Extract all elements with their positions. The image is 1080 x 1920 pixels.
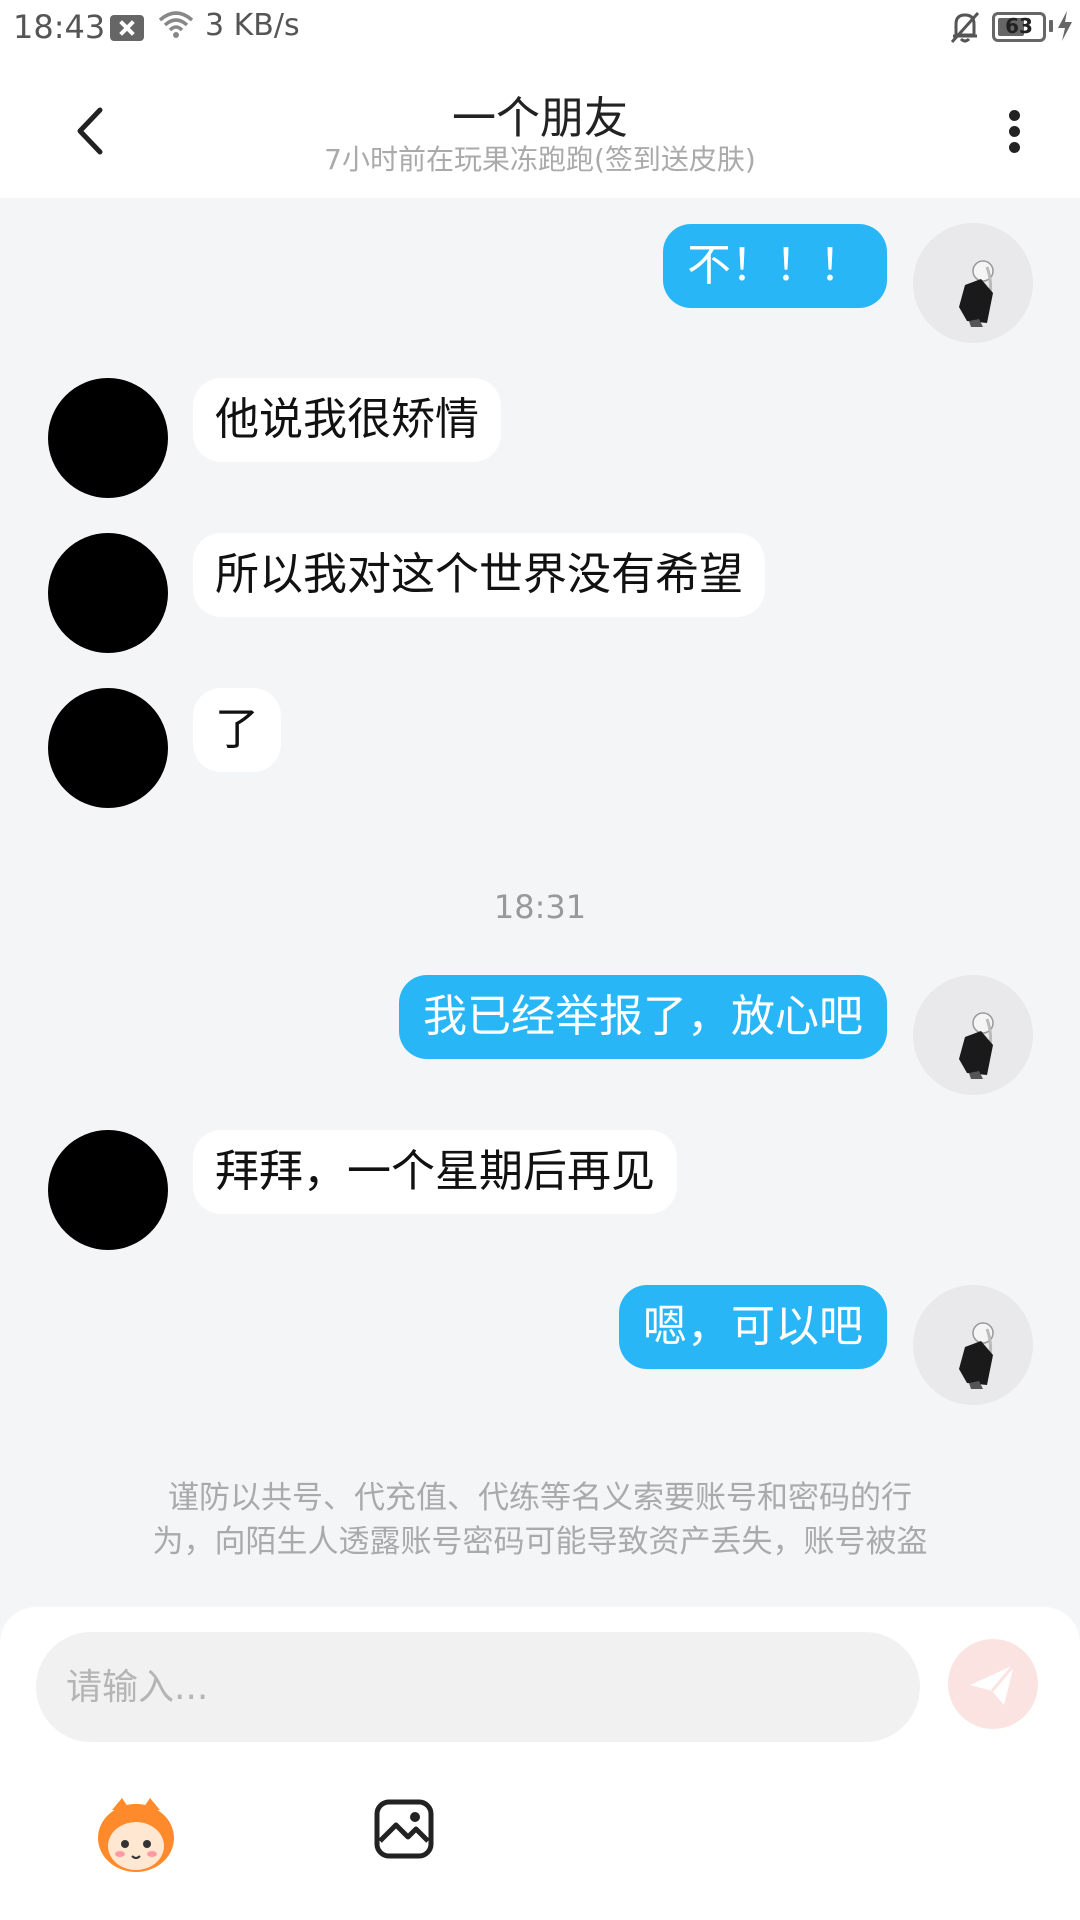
contact-avatar[interactable] [48, 533, 168, 653]
status-time: 18:43 [13, 8, 106, 46]
message-bubble-incoming[interactable]: 他说我很矫情 [193, 378, 501, 462]
safety-notice-line: 为，向陌生人透露账号密码可能导致资产丢失，账号被盗 [152, 1524, 928, 1560]
self-avatar[interactable] [913, 223, 1033, 343]
safety-notice: 谨防以共号、代充值、代练等名义索要账号和密码的行 为，向陌生人透露账号密码可能导… [90, 1476, 990, 1564]
message-bubble-incoming[interactable]: 拜拜，一个星期后再见 [193, 1130, 677, 1214]
chat-subtitle: 7小时前在玩果冻跑跑(签到送皮肤) [324, 143, 756, 176]
message-bubble-incoming[interactable]: 所以我对这个世界没有希望 [193, 533, 765, 617]
charging-icon [1058, 11, 1072, 41]
composer-panel [0, 1607, 1080, 1920]
bell-muted-icon [950, 11, 980, 44]
image-icon [374, 1799, 434, 1859]
notification-blocked-icon [110, 15, 144, 41]
more-dot-icon [1009, 126, 1020, 137]
status-bar: 18:43 3 KB/s 63 [0, 0, 1080, 56]
contact-avatar[interactable] [48, 688, 168, 808]
more-dot-icon [1009, 142, 1020, 153]
battery-percent: 63 [1005, 14, 1033, 38]
emoji-button[interactable] [92, 1792, 180, 1876]
wifi-icon [158, 11, 194, 38]
image-button[interactable] [372, 1797, 436, 1861]
contact-avatar[interactable] [48, 378, 168, 498]
message-input[interactable] [36, 1632, 920, 1742]
more-dot-icon [1009, 110, 1020, 121]
message-bubble-outgoing[interactable]: 我已经举报了，放心吧 [399, 975, 887, 1059]
network-speed: 3 KB/s [205, 8, 300, 43]
message-bubble-outgoing[interactable]: 嗯，可以吧 [619, 1285, 887, 1369]
message-timestamp: 18:31 [493, 888, 587, 926]
battery-cap [1049, 20, 1053, 32]
send-button[interactable] [948, 1639, 1038, 1729]
more-options-button[interactable] [995, 96, 1035, 166]
avatar-figure-icon [959, 260, 994, 327]
self-avatar[interactable] [913, 1285, 1033, 1405]
battery-icon: 63 [992, 12, 1046, 42]
message-bubble-incoming[interactable]: 了 [193, 688, 281, 772]
chat-screen: 18:43 3 KB/s 63 一个朋友 7小时前在玩果冻跑跑(签到送皮肤) 不… [0, 0, 1080, 1920]
contact-avatar[interactable] [48, 1130, 168, 1250]
safety-notice-line: 谨防以共号、代充值、代练等名义索要账号和密码的行 [168, 1480, 912, 1516]
avatar-figure-icon [959, 1322, 994, 1389]
chat-header: 一个朋友 7小时前在玩果冻跑跑(签到送皮肤) [0, 56, 1080, 198]
avatar-figure-icon [959, 1012, 994, 1079]
send-icon [970, 1664, 1016, 1705]
emoji-mascot-icon [98, 1798, 174, 1872]
self-avatar[interactable] [913, 975, 1033, 1095]
chat-title: 一个朋友 [452, 93, 628, 144]
message-bubble-outgoing[interactable]: 不！！！ [663, 224, 887, 308]
